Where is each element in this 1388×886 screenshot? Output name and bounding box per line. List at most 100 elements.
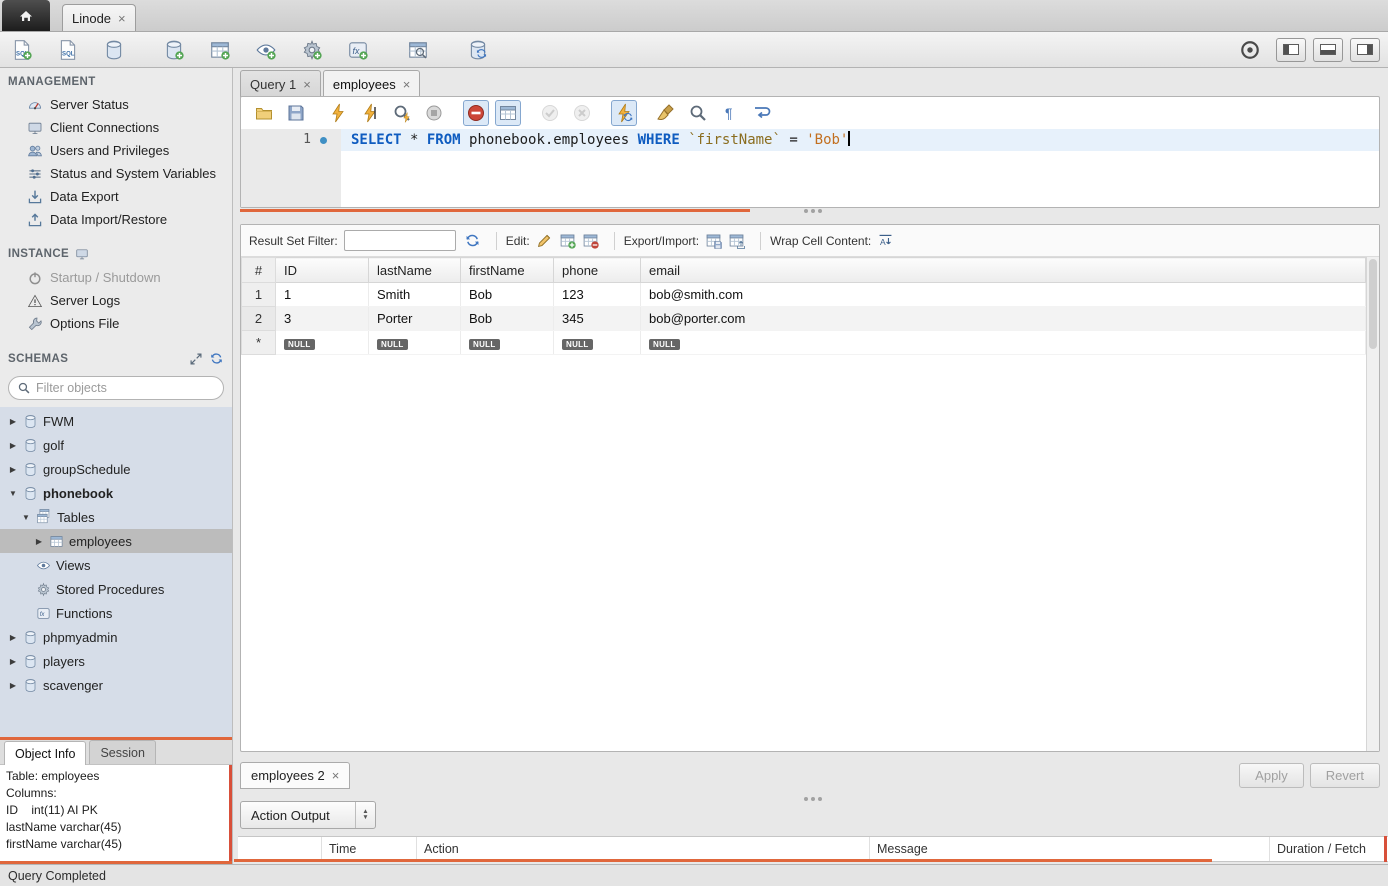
create-view-icon[interactable] [252,36,280,64]
close-icon[interactable]: × [118,12,126,25]
toggle-stop-on-error-icon[interactable] [463,100,489,126]
close-icon[interactable]: × [332,769,340,782]
schema-tree-item-stored-procedures[interactable]: Stored Procedures [0,577,232,601]
refresh-results-icon[interactable] [464,232,481,249]
tab-session[interactable]: Session [89,740,155,764]
export-recordset-icon[interactable] [705,232,722,249]
schema-tree-item[interactable]: groupSchedule [0,457,232,481]
output-view-select[interactable]: Action Output ▲▼ [240,801,376,829]
cell-firstname[interactable]: Bob [461,307,554,331]
output-column-duration[interactable]: Duration / Fetch [1270,837,1388,861]
chevron-down-icon[interactable] [21,513,31,522]
chevron-right-icon[interactable] [8,465,18,474]
explain-icon[interactable] [389,100,415,126]
cell-null[interactable]: NULL [369,331,461,355]
chevron-right-icon[interactable] [8,441,18,450]
commit-icon[interactable] [537,100,563,126]
create-procedure-icon[interactable] [298,36,326,64]
schema-tree-item-functions[interactable]: Functions [0,601,232,625]
code-line-1[interactable]: 1 SELECT * FROM phonebook.employees WHER… [241,129,1379,151]
chevron-right-icon[interactable] [8,633,18,642]
wrap-text-icon[interactable] [749,100,775,126]
column-header-lastname[interactable]: lastName [369,258,461,283]
chevron-right-icon[interactable] [8,681,18,690]
close-icon[interactable]: × [303,78,311,91]
tab-object-info[interactable]: Object Info [4,741,86,765]
create-table-icon[interactable] [206,36,234,64]
sql-code-area[interactable]: 1 SELECT * FROM phonebook.employees WHER… [241,129,1379,207]
cell-id[interactable]: 1 [276,283,369,307]
column-header-phone[interactable]: phone [554,258,641,283]
toggle-output-panel-icon[interactable] [1313,38,1343,62]
schema-tree-item[interactable]: golf [0,433,232,457]
horizontal-splitter-handle[interactable] [800,209,826,214]
sidebar-item-system-variables[interactable]: Status and System Variables [0,162,232,185]
schema-tree-item-tables[interactable]: Tables [0,505,232,529]
select-stepper-icon[interactable]: ▲▼ [355,802,375,828]
create-schema-icon[interactable] [160,36,188,64]
rollback-icon[interactable] [569,100,595,126]
cell-null[interactable]: NULL [276,331,369,355]
sidebar-item-users-privileges[interactable]: Users and Privileges [0,139,232,162]
revert-button[interactable]: Revert [1310,763,1380,788]
expand-schemas-icon[interactable] [189,352,203,366]
invisible-characters-icon[interactable] [717,100,743,126]
save-script-icon[interactable] [283,100,309,126]
edit-record-icon[interactable] [536,232,553,249]
beautify-icon[interactable] [653,100,679,126]
stop-icon[interactable] [421,100,447,126]
chevron-down-icon[interactable] [8,489,18,498]
insert-row-icon[interactable] [559,232,576,249]
sql-text[interactable]: SELECT * FROM phonebook.employees WHERE … [341,129,1379,151]
open-connection-icon[interactable] [100,36,128,64]
chevron-right-icon[interactable] [34,537,44,546]
sidebar-item-server-logs[interactable]: Server Logs [0,289,232,312]
execute-current-icon[interactable] [357,100,383,126]
execute-icon[interactable] [325,100,351,126]
apply-button[interactable]: Apply [1239,763,1304,788]
open-script-icon[interactable] [251,100,277,126]
toggle-left-sidebar-icon[interactable] [1276,38,1306,62]
cell-lastname[interactable]: Porter [369,307,461,331]
table-row[interactable]: 1 1 Smith Bob 123 bob@smith.com [242,283,1366,307]
column-header-firstname[interactable]: firstName [461,258,554,283]
connection-tab-linode[interactable]: Linode × [62,4,136,31]
schema-tree-item[interactable]: phpmyadmin [0,625,232,649]
cell-null[interactable]: NULL [641,331,1366,355]
sidebar-item-client-connections[interactable]: Client Connections [0,116,232,139]
cell-email[interactable]: bob@porter.com [641,307,1366,331]
cell-null[interactable]: NULL [461,331,554,355]
schema-tree-item-views[interactable]: Views [0,553,232,577]
tab-employees[interactable]: employees × [323,70,420,97]
new-script-icon[interactable] [54,36,82,64]
search-data-icon[interactable] [404,36,432,64]
column-header[interactable]: # [242,258,276,283]
schema-filter-input[interactable] [36,381,215,395]
sidebar-item-data-export[interactable]: Data Export [0,185,232,208]
cell-firstname[interactable]: Bob [461,283,554,307]
cell-email[interactable]: bob@smith.com [641,283,1366,307]
tab-employees-2[interactable]: employees 2 × [240,762,350,789]
chevron-right-icon[interactable] [8,417,18,426]
cell-phone[interactable]: 123 [554,283,641,307]
horizontal-splitter-handle[interactable] [800,797,826,802]
table-row[interactable]: 2 3 Porter Bob 345 bob@porter.com [242,307,1366,331]
column-header-email[interactable]: email [641,258,1366,283]
scrollbar-thumb[interactable] [1369,259,1377,349]
wrap-cell-content-icon[interactable] [877,232,894,249]
schema-tree-item-phonebook[interactable]: phonebook [0,481,232,505]
chevron-right-icon[interactable] [8,657,18,666]
close-icon[interactable]: × [403,78,411,91]
result-filter-input[interactable] [344,230,456,251]
home-tab[interactable] [2,0,50,31]
output-column-time[interactable]: Time [322,837,417,861]
cell-phone[interactable]: 345 [554,307,641,331]
tab-query-1[interactable]: Query 1 × [240,70,321,97]
reconnect-icon[interactable] [464,36,492,64]
output-column-action[interactable]: Action [417,837,870,861]
column-header-id[interactable]: ID [276,258,369,283]
cell-id[interactable]: 3 [276,307,369,331]
toggle-autocommit-icon[interactable] [611,100,637,126]
toggle-right-sidebar-icon[interactable] [1350,38,1380,62]
sidebar-item-options-file[interactable]: Options File [0,312,232,335]
